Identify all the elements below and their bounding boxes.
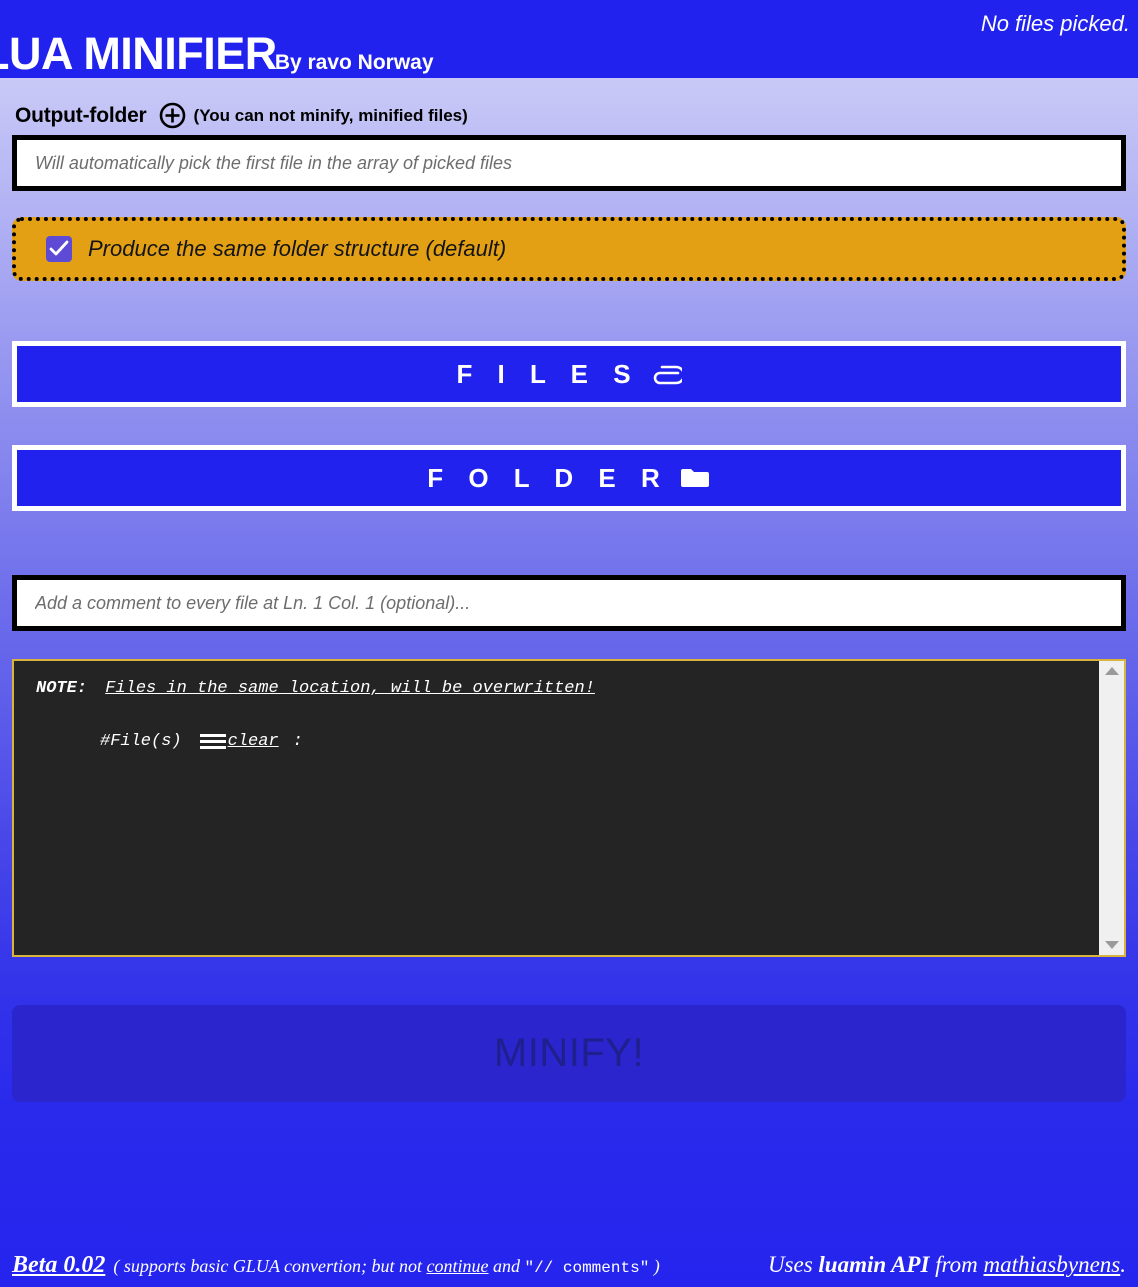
beta-version-link[interactable]: Beta 0.02 (12, 1252, 105, 1279)
footer-credit: Uses luamin API from mathiasbynens. (768, 1252, 1126, 1278)
folder-structure-option[interactable]: Produce the same folder structure (defau… (12, 217, 1126, 281)
footer-note-code: "// comments" (524, 1259, 650, 1277)
note-line-files: #File(s) clear : (100, 732, 1102, 751)
note-message: Files in the same location, will be over… (105, 679, 595, 698)
minify-button[interactable]: MINIFY! (12, 1005, 1126, 1102)
folder-button-label: F O L D E R (427, 462, 669, 493)
paperclip-icon (650, 361, 682, 387)
comment-field-wrapper (12, 575, 1126, 631)
folder-icon (679, 465, 711, 491)
note-prefix: NOTE: (36, 679, 88, 698)
continue-keyword-link[interactable]: continue (426, 1256, 488, 1276)
footer-support-note: ( supports basic GLUA convertion; but no… (113, 1256, 659, 1277)
brand: LUA MINIFIER By ravo Norway (0, 31, 434, 76)
mathiasbynens-link[interactable]: mathiasbynens (984, 1252, 1121, 1277)
comment-input[interactable] (12, 575, 1126, 631)
files-picked-status: No files picked. (980, 11, 1130, 36)
footer-note-part3: ) (649, 1256, 660, 1276)
credit-part1: Uses (767, 1252, 819, 1277)
app-footer: Beta 0.02 ( supports basic GLUA converti… (0, 1252, 1138, 1279)
folder-structure-checkbox[interactable] (46, 236, 72, 262)
footer-note-part1: ( supports basic GLUA convertion; but no… (113, 1256, 427, 1276)
hamburger-icon[interactable] (199, 734, 226, 749)
folder-button[interactable]: F O L D E R (12, 445, 1126, 511)
triangle-down-icon[interactable] (1104, 941, 1119, 949)
note-console-content: NOTE: Files in the same location, will b… (14, 661, 1124, 769)
note-scrollbar[interactable] (1099, 661, 1124, 955)
main-content: Output-folder (You can not minify, minif… (0, 78, 1138, 1102)
credit-end: . (1120, 1252, 1126, 1277)
output-folder-hint: (You can not minify, minified files) (193, 105, 468, 125)
files-button[interactable]: F I L E S (12, 341, 1126, 407)
app-title: LUA MINIFIER (0, 28, 277, 78)
note-colon: : (292, 732, 303, 751)
plus-circle-icon[interactable] (159, 102, 186, 129)
triangle-up-icon[interactable] (1104, 667, 1119, 675)
app-byline: By ravo Norway (274, 51, 434, 74)
footer-note-part2: and (488, 1256, 525, 1276)
files-button-label: F I L E S (456, 358, 640, 389)
app-header: LUA MINIFIER By ravo Norway No files pic… (0, 0, 1138, 78)
footer-left: Beta 0.02 ( supports basic GLUA converti… (12, 1252, 660, 1279)
clear-link[interactable]: clear (228, 732, 279, 751)
output-folder-input[interactable] (12, 135, 1126, 191)
file-count-label: #File(s) (100, 732, 182, 751)
note-console: NOTE: Files in the same location, will b… (12, 659, 1126, 957)
credit-api-name: luamin API (818, 1252, 930, 1277)
folder-structure-label: Produce the same folder structure (defau… (88, 236, 507, 261)
note-line-warning: NOTE: Files in the same location, will b… (36, 679, 1102, 698)
output-folder-label: Output-folder (15, 103, 147, 127)
credit-part2: from (929, 1252, 984, 1277)
output-folder-row: Output-folder (You can not minify, minif… (15, 78, 1126, 135)
